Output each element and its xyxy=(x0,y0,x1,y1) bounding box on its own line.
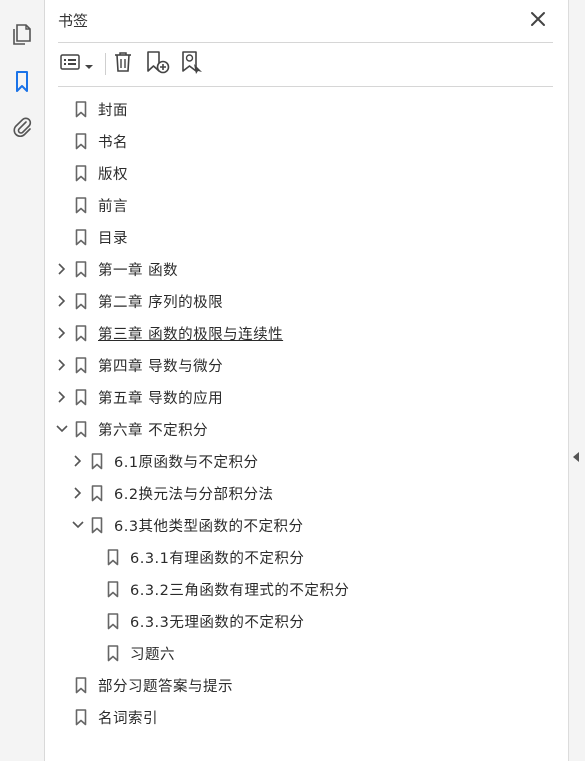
bookmark-label: 部分习题答案与提示 xyxy=(98,678,233,695)
find-bookmark-button[interactable] xyxy=(180,51,206,77)
bookmark-label: 6.3其他类型函数的不定积分 xyxy=(114,518,304,535)
bookmark-item[interactable]: 6.3其他类型函数的不定积分 xyxy=(70,509,304,541)
bookmark-icon xyxy=(74,100,88,118)
list-options-icon xyxy=(60,53,82,75)
header-divider xyxy=(58,42,553,43)
bookmark-label: 第二章 序列的极限 xyxy=(98,294,224,311)
bookmark-icon xyxy=(74,164,88,182)
bookmark-icon xyxy=(74,196,88,214)
bookmark-icon xyxy=(90,516,104,534)
bookmark-label: 习题六 xyxy=(130,646,175,663)
bookmark-item[interactable]: 第六章 不定积分 xyxy=(54,413,208,445)
toolbar-divider xyxy=(105,53,106,75)
left-nav-rail xyxy=(0,0,45,761)
bookmark-label: 第四章 导数与微分 xyxy=(98,358,224,375)
bookmark-item[interactable]: 6.2换元法与分部积分法 xyxy=(70,477,274,509)
toolbar-divider-bottom xyxy=(58,86,553,87)
bookmark-icon xyxy=(74,708,88,726)
bookmark-icon xyxy=(90,452,104,470)
chevron-right-icon[interactable] xyxy=(70,453,86,469)
bookmark-icon xyxy=(106,548,120,566)
bookmark-item[interactable]: 6.3.2三角函数有理式的不定积分 xyxy=(86,573,349,605)
chevron-down-icon[interactable] xyxy=(54,421,70,437)
bookmark-label: 6.3.2三角函数有理式的不定积分 xyxy=(130,582,350,599)
delete-bookmark-button[interactable] xyxy=(112,51,134,77)
bookmark-icon xyxy=(74,324,88,342)
bookmark-icon xyxy=(90,484,104,502)
new-bookmark-icon xyxy=(145,50,171,78)
bookmark-label: 第三章 函数的极限与连续性 xyxy=(98,326,284,343)
bookmark-label: 目录 xyxy=(98,230,128,247)
panel-title: 书签 xyxy=(58,12,89,30)
bookmark-item[interactable]: 6.1原函数与不定积分 xyxy=(70,445,259,477)
bookmark-icon xyxy=(74,676,88,694)
bookmark-icon xyxy=(106,612,120,630)
chevron-down-icon[interactable] xyxy=(70,517,86,533)
bookmark-item[interactable]: 第二章 序列的极限 xyxy=(54,285,223,317)
chevron-down-icon xyxy=(85,55,93,74)
attachments-icon[interactable] xyxy=(10,115,34,139)
bookmark-icon xyxy=(74,388,88,406)
bookmarks-panel: 书签 封面 书名 版权 前言 目录 第一章 函数 第二章 序列的极限 第三章 函… xyxy=(45,0,568,761)
bookmark-item[interactable]: 第五章 导数的应用 xyxy=(54,381,223,413)
bookmark-label: 6.1原函数与不定积分 xyxy=(114,454,259,471)
bookmark-label: 6.3.3无理函数的不定积分 xyxy=(130,614,305,631)
bookmark-label: 6.2换元法与分部积分法 xyxy=(114,486,274,503)
bookmark-label: 书名 xyxy=(98,134,128,151)
options-menu-button[interactable] xyxy=(60,51,93,77)
bookmark-item[interactable]: 习题六 xyxy=(86,637,175,669)
bookmark-item[interactable]: 封面 xyxy=(54,93,128,125)
new-bookmark-button[interactable] xyxy=(145,51,171,77)
bookmark-label: 第六章 不定积分 xyxy=(98,422,209,439)
chevron-right-icon[interactable] xyxy=(54,293,70,309)
chevron-right-icon[interactable] xyxy=(70,485,86,501)
bookmark-icon xyxy=(74,356,88,374)
bookmark-item[interactable]: 前言 xyxy=(54,189,128,221)
bookmark-label: 版权 xyxy=(98,166,128,183)
bookmark-item[interactable]: 书名 xyxy=(54,125,128,157)
bookmark-icon xyxy=(74,228,88,246)
chevron-right-icon[interactable] xyxy=(54,261,70,277)
bookmark-icon xyxy=(74,260,88,278)
bookmark-icon xyxy=(106,644,120,662)
bookmark-label: 名词索引 xyxy=(98,710,158,727)
find-bookmark-icon xyxy=(180,50,206,78)
bookmark-label: 第一章 函数 xyxy=(98,262,179,279)
bookmark-item[interactable]: 6.3.3无理函数的不定积分 xyxy=(86,605,304,637)
chevron-right-icon[interactable] xyxy=(54,325,70,341)
bookmark-label: 第五章 导数的应用 xyxy=(98,390,224,407)
bookmark-icon xyxy=(74,132,88,150)
bookmarks-icon[interactable] xyxy=(10,70,34,94)
bookmark-icon xyxy=(74,420,88,438)
bookmark-item[interactable]: 名词索引 xyxy=(54,701,158,733)
bookmark-item[interactable]: 第一章 函数 xyxy=(54,253,178,285)
bookmark-item[interactable]: 目录 xyxy=(54,221,128,253)
bookmark-item[interactable]: 第四章 导数与微分 xyxy=(54,349,223,381)
bookmark-label: 6.3.1有理函数的不定积分 xyxy=(130,550,305,567)
bookmark-item[interactable]: 6.3.1有理函数的不定积分 xyxy=(86,541,304,573)
pages-icon[interactable] xyxy=(10,23,34,47)
trash-icon xyxy=(112,50,134,78)
bookmark-label: 前言 xyxy=(98,198,128,215)
bookmark-item[interactable]: 版权 xyxy=(54,157,128,189)
bookmark-icon xyxy=(106,580,120,598)
collapse-left-arrow-icon[interactable] xyxy=(573,452,579,462)
chevron-right-icon[interactable] xyxy=(54,389,70,405)
right-collapse-bar[interactable] xyxy=(568,0,585,761)
bookmark-icon xyxy=(74,292,88,310)
close-icon[interactable] xyxy=(529,10,547,28)
bookmark-item[interactable]: 第三章 函数的极限与连续性 xyxy=(54,317,283,349)
chevron-right-icon[interactable] xyxy=(54,357,70,373)
bookmark-label: 封面 xyxy=(98,102,128,119)
bookmark-item[interactable]: 部分习题答案与提示 xyxy=(54,669,233,701)
